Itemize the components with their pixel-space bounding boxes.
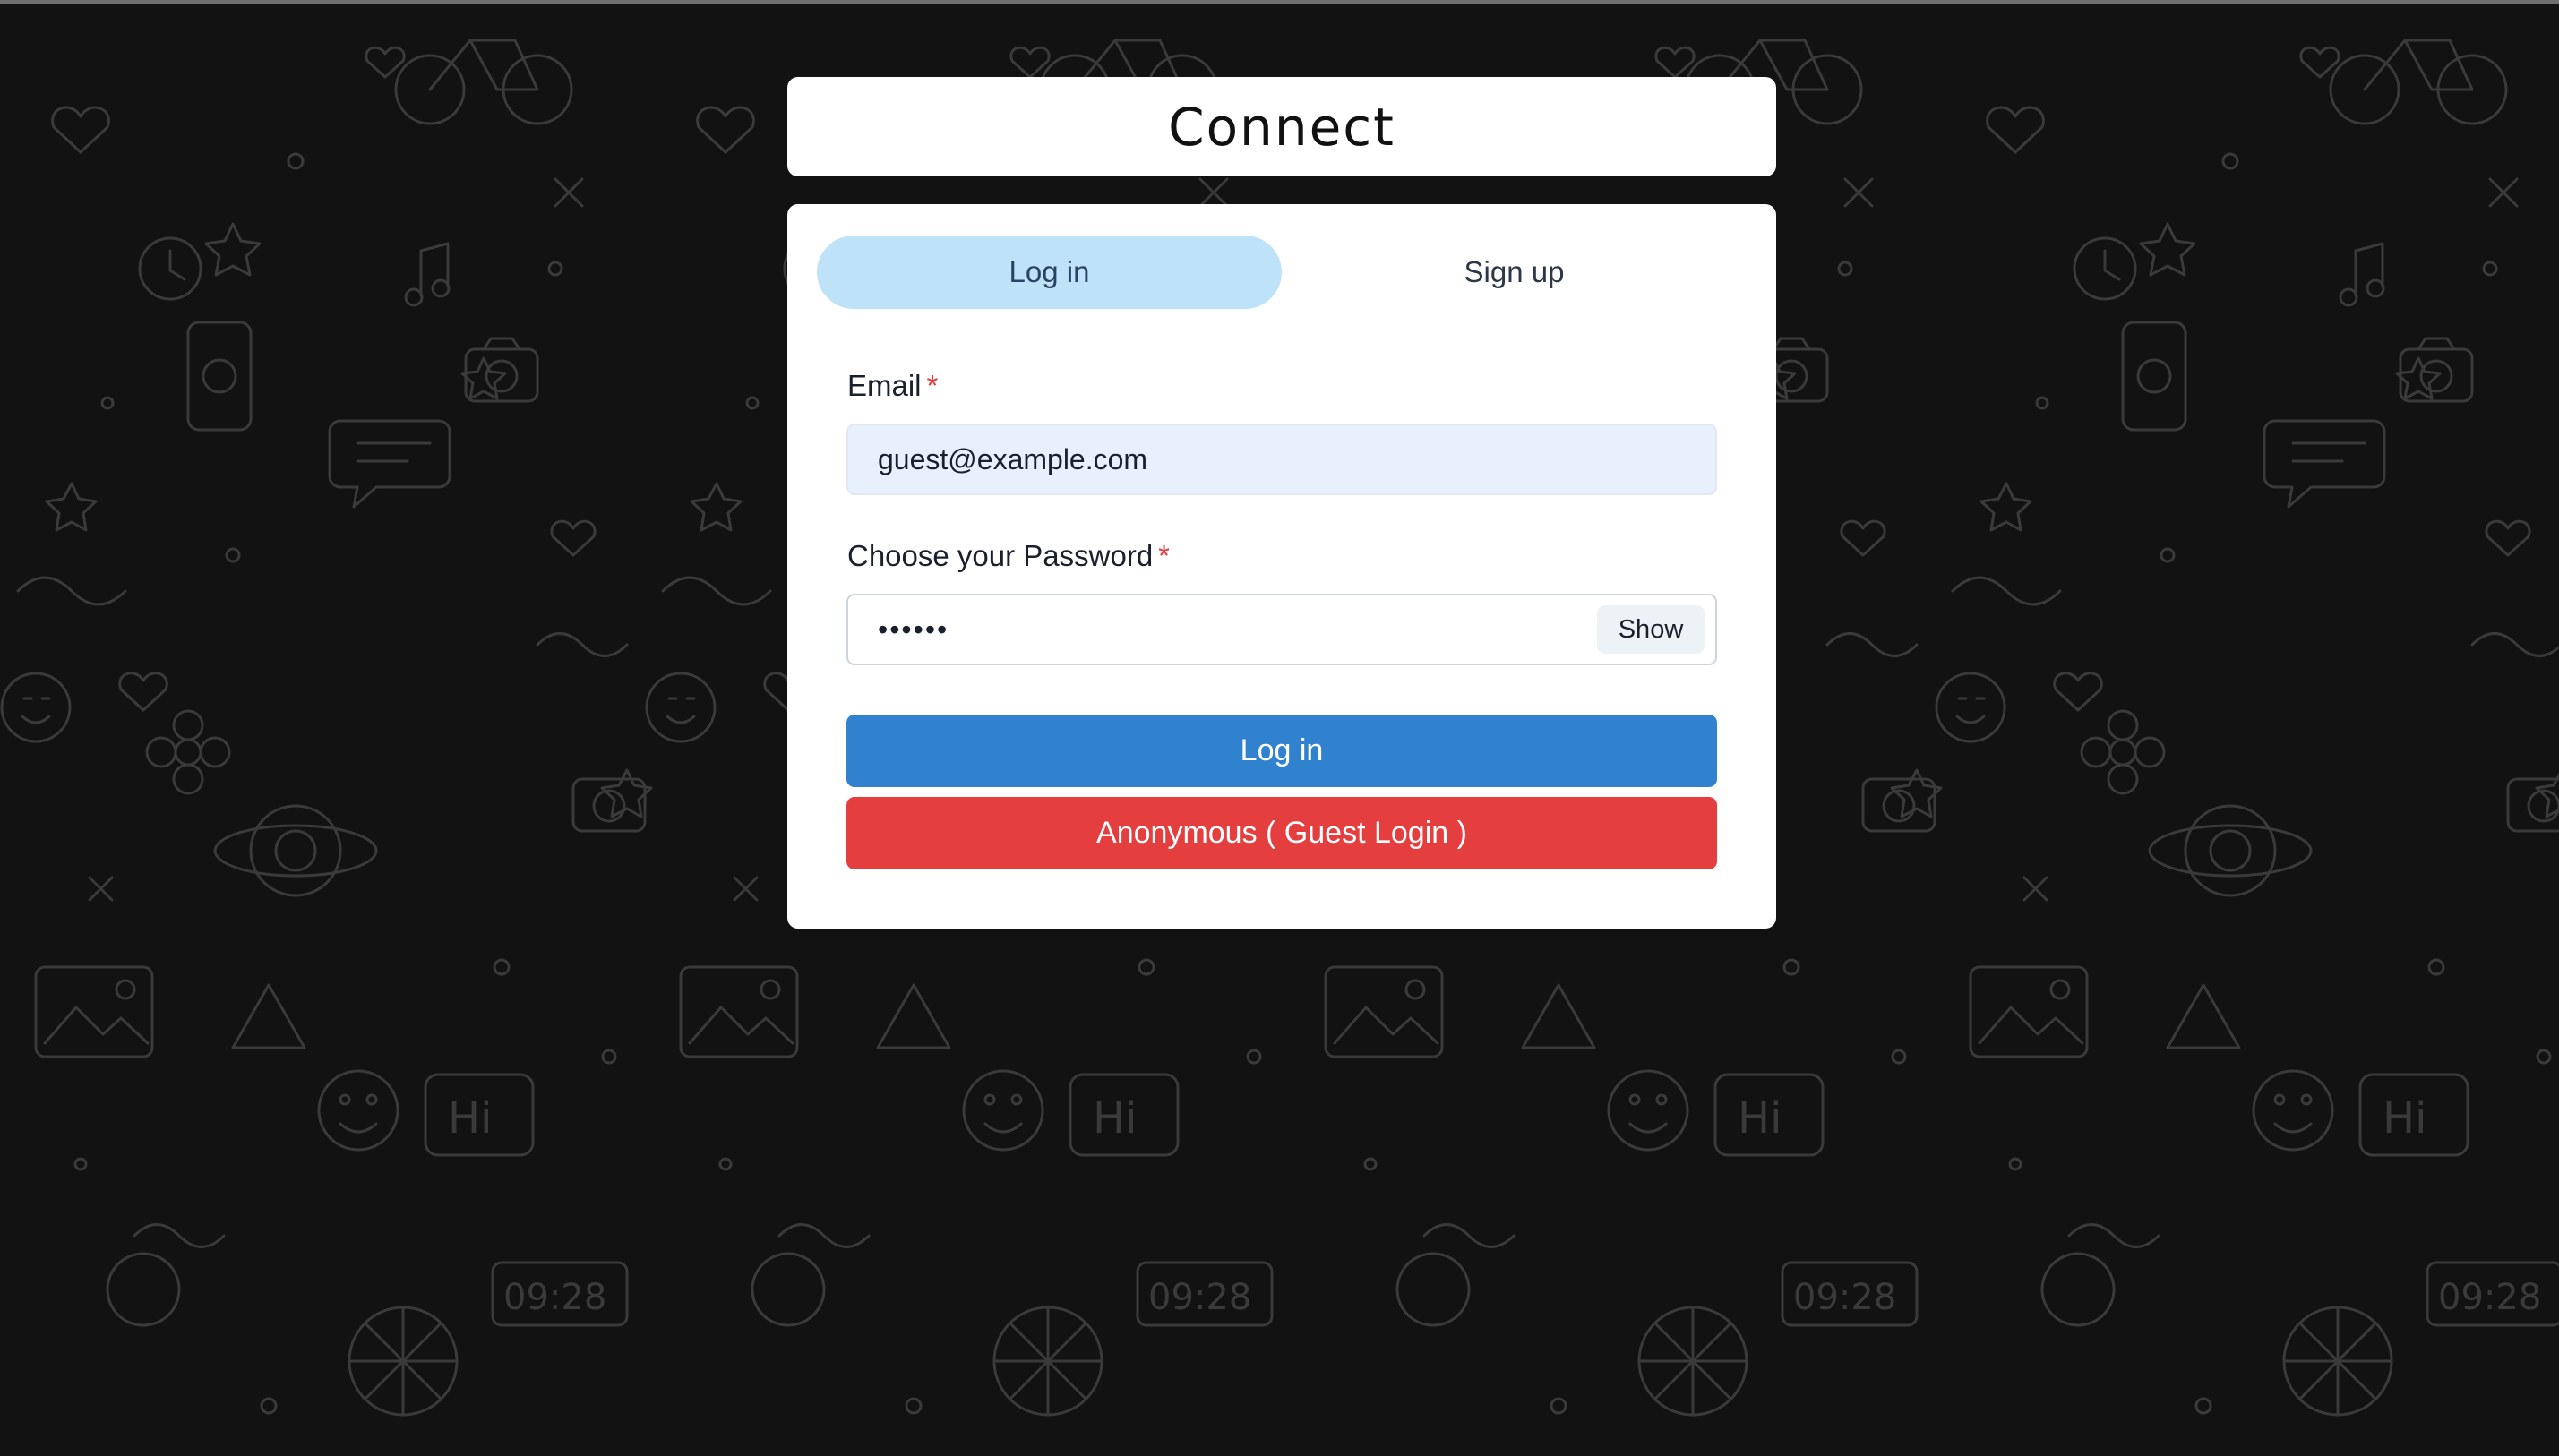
camera-icon xyxy=(464,337,539,403)
flower-icon xyxy=(348,1306,459,1417)
password-required-marker: * xyxy=(1158,539,1171,572)
heart-icon xyxy=(550,519,597,557)
password-label: Choose your Password * xyxy=(847,539,1170,573)
background-clock-text: 09:28 xyxy=(503,1277,606,1318)
page-title: Connect xyxy=(1168,96,1395,158)
auth-form-card: Log in Sign up Email * guest@example.com … xyxy=(787,204,1776,929)
music-note-icon xyxy=(404,242,451,307)
star-icon xyxy=(460,356,507,400)
heart-icon xyxy=(118,672,168,712)
bicycle-icon xyxy=(394,39,573,125)
log-in-button[interactable]: Log in xyxy=(846,715,1717,787)
heart-icon xyxy=(365,46,406,79)
flower-icon xyxy=(145,709,231,795)
chat-bubble-icon: Hi xyxy=(424,1073,535,1157)
email-required-marker: * xyxy=(926,369,939,402)
password-field-value: •••••• xyxy=(878,612,949,646)
background-hi-text: Hi xyxy=(448,1093,492,1143)
email-field-value: guest@example.com xyxy=(878,442,1148,475)
password-label-text: Choose your Password xyxy=(847,539,1154,572)
phone-icon xyxy=(186,321,253,432)
show-password-button[interactable]: Show xyxy=(1597,605,1705,654)
clock-icon: 09:28 xyxy=(491,1261,629,1327)
password-field[interactable]: •••••• Show xyxy=(846,594,1717,665)
tab-log-in[interactable]: Log in xyxy=(817,236,1282,309)
smiley-icon xyxy=(317,1069,399,1152)
title-card: Connect xyxy=(787,77,1776,176)
auth-tabs: Log in Sign up xyxy=(817,236,1747,309)
heart-icon xyxy=(51,106,110,154)
chat-bubble-icon xyxy=(328,419,451,509)
email-label-text: Email xyxy=(847,369,922,402)
guest-login-button[interactable]: Anonymous ( Guest Login ) xyxy=(846,797,1717,869)
star-icon xyxy=(45,482,98,532)
image-icon xyxy=(34,965,154,1058)
tab-sign-up[interactable]: Sign up xyxy=(1282,236,1747,309)
clock-icon xyxy=(138,236,202,301)
star-icon xyxy=(204,222,262,277)
planet-icon xyxy=(213,804,378,897)
email-field[interactable]: guest@example.com xyxy=(846,424,1717,495)
smiley-icon xyxy=(0,672,72,743)
email-label: Email * xyxy=(847,369,938,403)
